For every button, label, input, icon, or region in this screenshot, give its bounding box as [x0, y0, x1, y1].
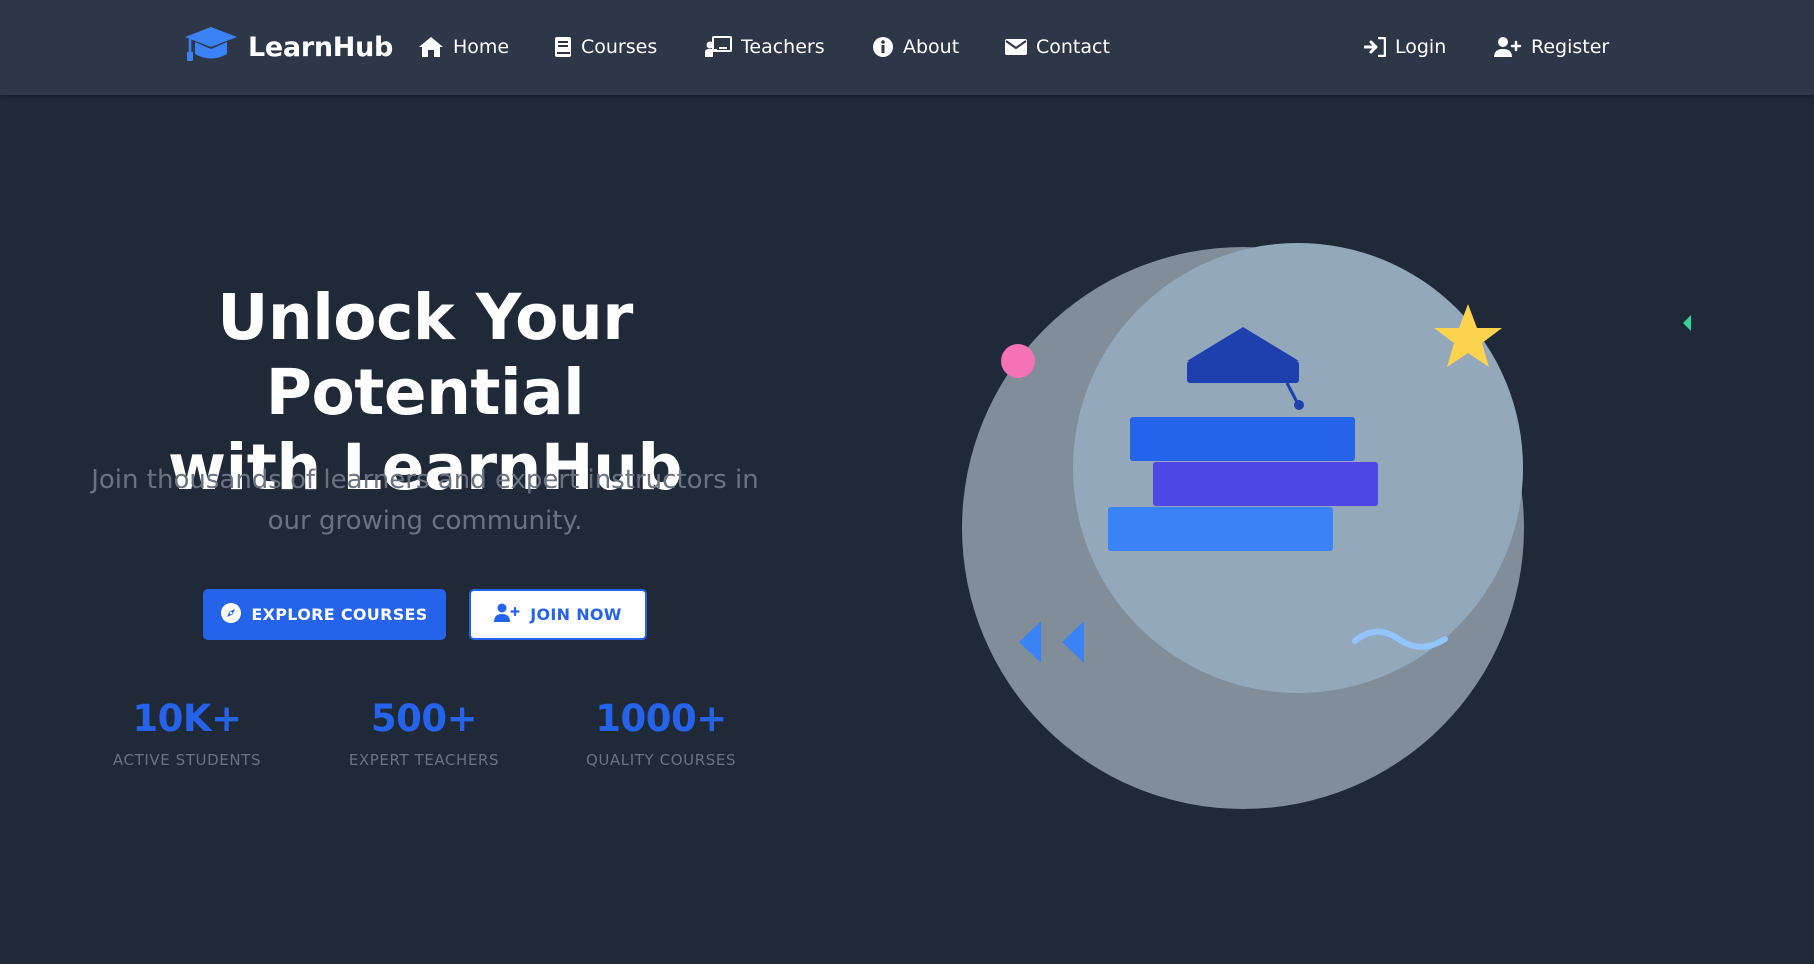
nav-item-label: Login [1395, 36, 1447, 58]
brand-name: LearnHub [248, 31, 394, 63]
nav-item-register[interactable]: Register [1494, 33, 1609, 61]
stat-expert-teachers: 500+ EXPERT TEACHERS [309, 697, 539, 769]
brand-logo[interactable]: LearnHub [184, 27, 393, 67]
green-triangle-icon [1683, 315, 1691, 331]
explore-courses-label: EXPLORE COURSES [251, 605, 428, 624]
nav-item-label: Register [1531, 36, 1610, 58]
compass-icon [221, 602, 242, 627]
envelope-icon [1005, 38, 1027, 56]
nav-item-label: Courses [581, 36, 658, 58]
user-plus-icon [494, 603, 520, 627]
explore-courses-button[interactable]: EXPLORE COURSES [203, 589, 446, 640]
nav-item-label: Contact [1036, 36, 1110, 58]
join-now-label: JOIN NOW [530, 605, 622, 624]
hero-illustration [940, 230, 1700, 830]
nav-item-courses[interactable]: Courses [554, 33, 657, 61]
nav-item-about[interactable]: About [872, 33, 959, 61]
graduation-cap-icon [184, 25, 238, 69]
hero-title-line1: Unlock Your Potential [217, 281, 633, 429]
stat-label: QUALITY COURSES [585, 751, 737, 769]
book-icon [554, 36, 572, 58]
user-plus-icon [1494, 36, 1522, 58]
chalkboard-teacher-icon [705, 36, 732, 58]
nav-item-label: Teachers [741, 36, 825, 58]
nav-item-login[interactable]: Login [1364, 33, 1446, 61]
sign-in-icon [1364, 37, 1386, 57]
nav-item-label: About [903, 36, 960, 58]
nav-item-contact[interactable]: Contact [1005, 33, 1110, 61]
stat-value: 500+ [370, 697, 478, 740]
pink-dot-icon [1001, 344, 1035, 378]
stat-value: 1000+ [595, 697, 727, 740]
stat-label: ACTIVE STUDENTS [112, 751, 262, 769]
stat-quality-courses: 1000+ QUALITY COURSES [546, 697, 776, 769]
hero-subtitle: Join thousands of learners and expert in… [91, 465, 759, 536]
nav-item-teachers[interactable]: Teachers [705, 33, 825, 61]
nav-item-label: Home [453, 36, 510, 58]
stat-value: 10K+ [132, 697, 242, 740]
navbar: LearnHub Home Courses Teachers About Con… [0, 0, 1814, 95]
join-now-button[interactable]: JOIN NOW [469, 589, 647, 640]
info-icon [872, 36, 894, 58]
nav-item-home[interactable]: Home [418, 33, 509, 61]
stat-active-students: 10K+ ACTIVE STUDENTS [72, 697, 302, 769]
home-icon [418, 36, 444, 58]
stat-label: EXPERT TEACHERS [348, 751, 500, 769]
